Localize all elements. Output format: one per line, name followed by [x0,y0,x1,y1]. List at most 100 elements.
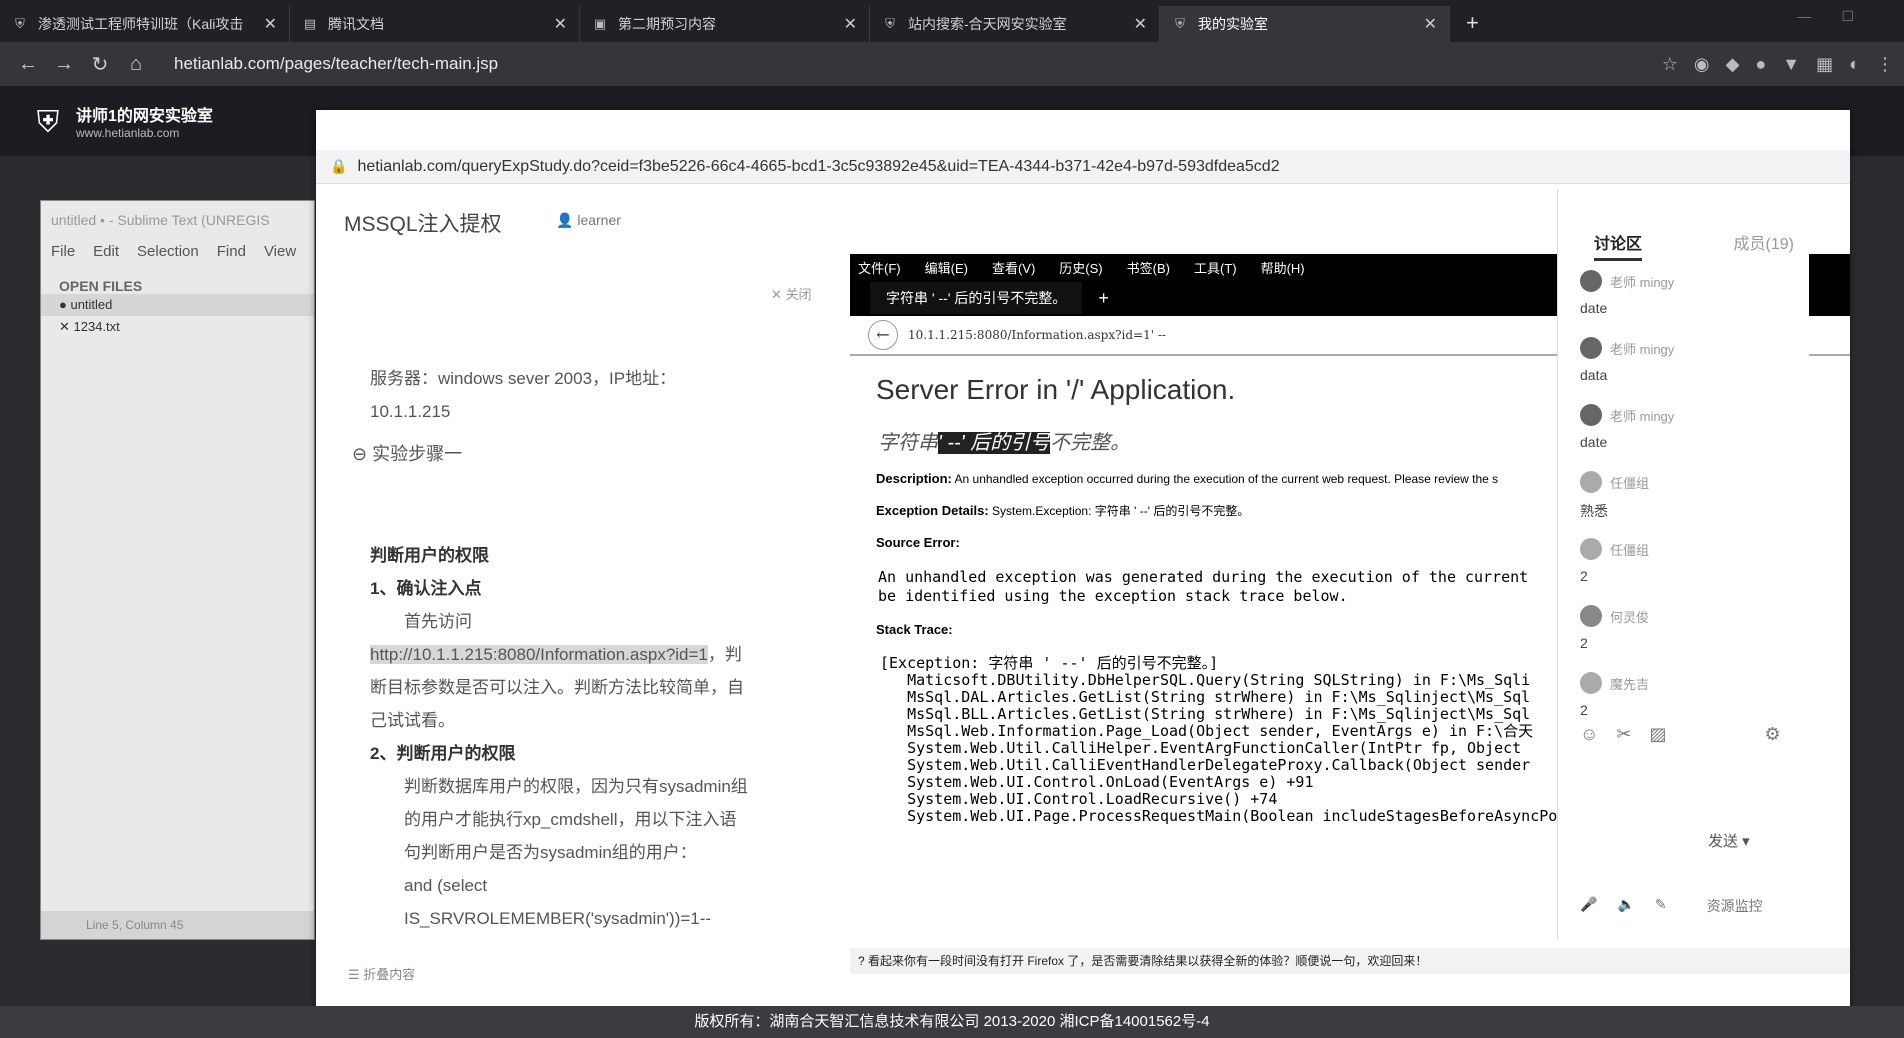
footer-copyright: 版权所有：湖南合天智汇信息技术有限公司 2013-2020 湘ICP备14001… [0,1006,1904,1038]
scissors-icon[interactable]: ✂ [1616,724,1631,745]
menu-file[interactable]: File [51,243,75,260]
message: 何灵俊 2 [1580,605,1790,672]
close-tab-icon[interactable]: ✕ [264,14,277,34]
forward-icon[interactable]: → [46,53,82,76]
menu-item[interactable]: 历史(S) [1059,258,1102,277]
menu-view[interactable]: View [264,243,296,260]
message-user: 任僵组 [1610,475,1650,491]
sublime-window: untitled • - Sublime Text (UNREGIS File … [40,200,315,940]
close-tab-icon[interactable]: ✕ [1134,14,1147,34]
resource-monitor[interactable]: 资源监控 [1707,896,1763,916]
tab-label: 第二期预习内容 [618,16,716,32]
message: 老师 mingy date [1580,270,1790,337]
error-sub-selected: ' --' 后的引号 [938,432,1051,454]
close-tab-icon[interactable]: ✕ [1424,14,1437,34]
back-icon[interactable]: ← [10,53,46,76]
speaker-icon[interactable]: 🔈 [1617,896,1634,916]
discussion-tabs: 讨论区 成员(19) [1594,230,1794,261]
window-controls[interactable]: —☐✕ [1665,116,1834,137]
extension-icon[interactable]: ◉ [1694,54,1710,75]
sublime-menu: File Edit Selection Find View [41,239,314,264]
tab-label: 站内搜索-合天网安实验室 [908,16,1067,32]
notice-text: 看起来你有一段时间没有打开 Firefox 了，是否需要清除结果以获得全新的体验… [868,954,1428,968]
menu-icon[interactable]: ⋮ [1876,54,1894,75]
avatar [1580,270,1602,292]
code-snippet: and (select IS_SRVROLEMEMBER('sysadmin')… [404,876,712,928]
tab-tencent-docs[interactable]: ▤ 腾讯文档 ✕ [290,6,580,42]
menu-item[interactable]: 帮助(H) [1261,258,1305,277]
target-link[interactable]: http://10.1.1.215:8080/Information.aspx?… [370,645,708,664]
inner-address-bar[interactable]: 🔒 hetianlab.com/queryExpStudy.do?ceid=f3… [316,150,1850,184]
tab-members[interactable]: 成员(19) [1734,230,1794,261]
avatar [1580,404,1602,426]
file-item[interactable]: ● untitled [41,294,314,316]
user-label: 👤 learner [556,212,621,229]
file-item[interactable]: ✕ 1234.txt [41,316,314,338]
menu-item[interactable]: 书签(B) [1127,258,1170,277]
message: 任僵组 熟悉 [1580,471,1790,538]
extension-icon[interactable]: ▼ [1782,54,1800,75]
tab-preview[interactable]: ▣ 第二期预习内容 ✕ [580,6,870,42]
message-list: 老师 mingy date 老师 mingy data 老师 mingy date 任… [1580,270,1790,739]
back-icon[interactable]: ← [868,320,898,350]
message-text: date [1580,434,1608,450]
new-tab-icon[interactable]: + [1450,10,1495,42]
menu-item[interactable]: 编辑(E) [925,258,968,277]
message-text: 2 [1580,635,1588,651]
settings-icon[interactable]: ⚙ [1765,724,1781,745]
star-icon[interactable]: ☆ [1662,54,1678,75]
stack-label: Stack Trace: [876,622,953,637]
server-info: 服务器：windows sever 2003，IP地址：10.1.1.215 [370,369,677,421]
status-bar: Line 5, Column 45 [41,911,314,939]
image-icon[interactable]: ▨ [1649,724,1666,745]
message-user: 任僵组 [1610,542,1650,558]
home-icon[interactable]: ⌂ [118,53,154,76]
reload-icon[interactable]: ↻ [82,52,118,77]
step-item: 2、判断用户的权限 [370,744,516,763]
menu-selection[interactable]: Selection [137,243,199,260]
tab-search[interactable]: ⛨ 站内搜索-合天网安实验室 ✕ [870,6,1160,42]
open-files-label: OPEN FILES [59,278,143,294]
mic-icon[interactable]: 🎤 [1580,896,1597,916]
message-text: 熟悉 [1580,503,1608,519]
extension-icon[interactable]: ◐ [1849,54,1860,75]
desc-label: Description: [876,471,952,486]
new-tab-icon[interactable]: + [1098,288,1109,309]
message-user: 老师 mingy [1610,408,1675,424]
avatar [1580,672,1602,694]
menu-item[interactable]: 查看(V) [992,258,1035,277]
step-label: 实验步骤一 [372,444,463,464]
tab-discussion[interactable]: 讨论区 [1594,230,1643,261]
window-controls[interactable]: —☐ [1797,8,1884,25]
tab-label: 我的实验室 [1198,16,1268,32]
menu-edit[interactable]: Edit [93,243,119,260]
menu-item[interactable]: 文件(F) [858,258,901,277]
close-tab-icon[interactable]: ✕ [844,14,857,34]
fold-label: 折叠内容 [363,967,416,982]
extension-icons: ☆ ◉ ◆ ● ▼ ▦ ◐ ⋮ [1662,54,1894,75]
extension-icon[interactable]: ◆ [1726,54,1740,75]
browser-tab-strip: ⛨ 渗透测试工程师特训班（Kali攻击 ✕ ▤ 腾讯文档 ✕ ▣ 第二期预习内容 ✕ ⛨ 站内… [0,0,1904,42]
send-button[interactable]: 发送 ▾ [1708,830,1750,851]
close-tab-icon[interactable]: ✕ [554,14,567,34]
tab-kali[interactable]: ⛨ 渗透测试工程师特训班（Kali攻击 ✕ [0,6,290,42]
extension-icon[interactable]: ● [1755,54,1766,75]
fold-button[interactable]: ☰ 折叠内容 [348,964,415,983]
step-text: 判断数据库用户的权限，因为只有sysadmin组的用户才能执行xp_cmdshe… [404,777,748,862]
error-sub-post: 不完整。 [1050,432,1131,454]
menu-item[interactable]: 工具(T) [1194,258,1237,277]
emoji-icon[interactable]: ☺ [1580,724,1598,745]
file-name: 1234.txt [73,319,120,334]
message-text: data [1580,367,1608,383]
tab-my-lab[interactable]: ⛨ 我的实验室 ✕ [1160,6,1450,42]
extension-icon[interactable]: ▦ [1816,54,1833,75]
help-icon: ? [858,954,869,968]
firefox-tab[interactable]: 字符串 ' --' 后的引号不完整。 [870,282,1083,314]
message-head: 老师 mingy [1580,270,1790,292]
pen-icon[interactable]: ✎ [1655,896,1667,916]
tab-label: 渗透测试工程师特训班（Kali攻击 [38,16,244,32]
close-button[interactable]: ✕ 关闭 [771,284,812,303]
menu-find[interactable]: Find [217,243,246,260]
address-bar[interactable]: hetianlab.com/pages/teacher/tech-main.js… [174,54,1662,74]
step-toggle[interactable]: ⊖ 实验步骤一 [352,440,462,466]
